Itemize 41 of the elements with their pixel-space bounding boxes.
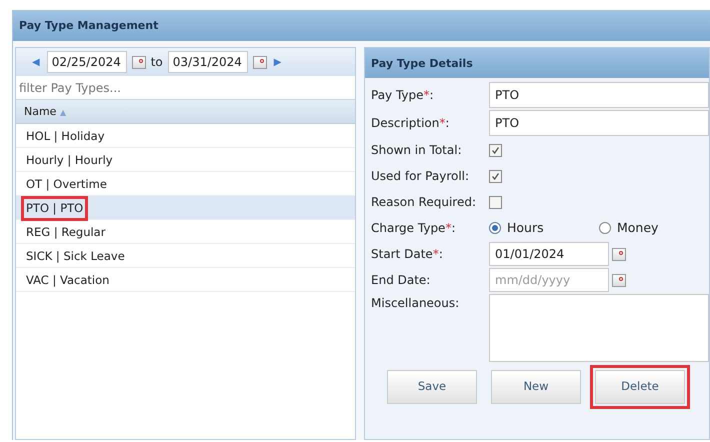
field-label: End Date:	[371, 272, 432, 289]
calendar-icon[interactable]	[252, 56, 267, 68]
list-item[interactable]: SICK | Sick Leave	[16, 244, 355, 268]
checkbox[interactable]	[489, 196, 502, 208]
date-field[interactable]: 01/01/2024	[489, 242, 609, 266]
field-label: Used for Payroll:	[371, 168, 470, 185]
checkbox[interactable]	[489, 170, 502, 182]
highlight-frame: PTO | PTO	[21, 196, 88, 222]
field-label: Miscellaneous:	[371, 295, 460, 312]
radio-label: Money	[617, 218, 658, 237]
action-button[interactable]: Delete	[595, 370, 685, 404]
list-item[interactable]: VAC | Vacation	[16, 268, 355, 292]
field-label: Charge Type*:	[371, 220, 456, 237]
calendar-icon[interactable]	[612, 248, 626, 260]
field-label: Description*:	[371, 115, 450, 132]
action-button[interactable]: New	[491, 370, 581, 404]
field-label: Pay Type*:	[371, 87, 435, 104]
radio-label: Hours	[507, 218, 544, 237]
window-title: Pay Type Management	[13, 11, 710, 41]
list-item[interactable]: PTO | PTO	[16, 196, 355, 220]
field-label: Shown in Total:	[371, 142, 463, 159]
text-field[interactable]: PTO	[489, 110, 709, 136]
list-item[interactable]: Hourly | Hourly	[16, 148, 355, 172]
calendar-icon[interactable]	[132, 56, 146, 68]
column-header[interactable]: Name ▲	[16, 100, 355, 124]
action-button[interactable]: Save	[387, 370, 477, 404]
field-label: Start Date*:	[371, 246, 444, 263]
list-item[interactable]: REG | Regular	[16, 220, 355, 244]
radio-button[interactable]	[489, 222, 501, 234]
date-field[interactable]: 02/25/2024	[46, 51, 127, 73]
column-label: Name	[24, 105, 58, 118]
radio-button[interactable]	[599, 222, 611, 234]
field-label: Reason Required:	[371, 194, 477, 211]
date-field[interactable]: 03/31/2024	[168, 51, 248, 73]
list-item[interactable]: HOL | Holiday	[16, 124, 355, 148]
text-field[interactable]: PTO	[489, 82, 709, 108]
to-label: to	[150, 54, 163, 71]
calendar-icon[interactable]	[612, 274, 626, 286]
sort-icon: ▲	[60, 108, 66, 117]
panel-title: Pay Type Details	[365, 48, 709, 78]
checkbox[interactable]	[489, 144, 502, 156]
